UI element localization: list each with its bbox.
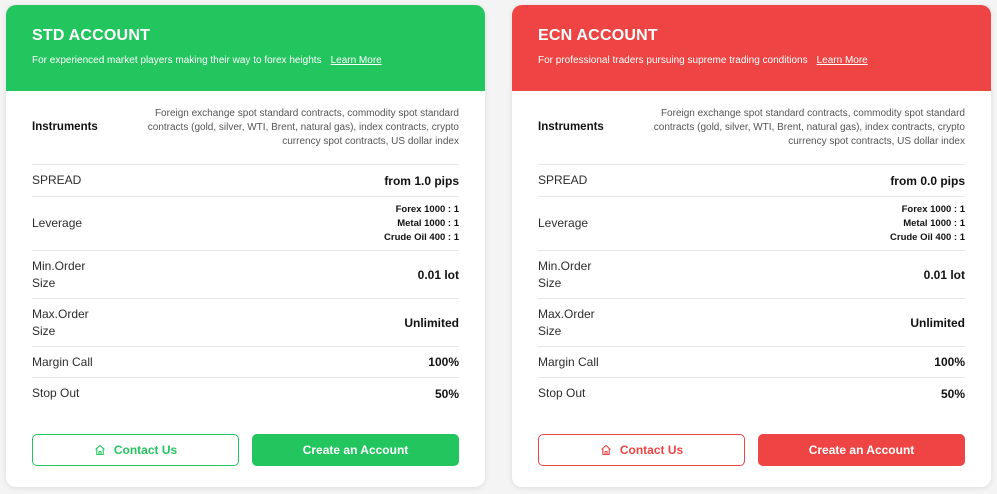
min-order-label-line2: Size bbox=[32, 275, 56, 290]
ecn-card-subtitle: For professional traders pursuing suprem… bbox=[538, 55, 808, 66]
stop-out-value: 50% bbox=[434, 386, 459, 401]
ecn-account-card: ECN ACCOUNT For professional traders pur… bbox=[512, 5, 991, 487]
std-card-subtitle: For experienced market players making th… bbox=[32, 55, 322, 66]
leverage-forex: Forex 1000 : 1 bbox=[395, 203, 459, 215]
leverage-values: Forex 1000 : 1 Metal 1000 : 1 Crude Oil … bbox=[384, 203, 459, 245]
instruments-label: Instruments bbox=[32, 121, 98, 133]
ecn-actions: Contact Us Create an Account bbox=[538, 434, 965, 466]
min-order-label: Min.Order Size bbox=[538, 258, 591, 292]
min-order-value: 0.01 lot bbox=[417, 267, 459, 282]
std-row-leverage: Leverage Forex 1000 : 1 Metal 1000 : 1 C… bbox=[32, 197, 459, 251]
contact-us-label: Contact Us bbox=[619, 443, 684, 457]
std-row-margin-call: Margin Call 100% bbox=[32, 347, 459, 378]
min-order-label: Min.Order Size bbox=[32, 258, 85, 292]
ecn-card-header: ECN ACCOUNT For professional traders pur… bbox=[512, 5, 991, 91]
max-order-label-line2: Size bbox=[32, 323, 56, 338]
std-card-title: STD ACCOUNT bbox=[32, 27, 151, 44]
max-order-label-line2: Size bbox=[538, 323, 562, 338]
std-row-spread: SPREAD from 1.0 pips bbox=[32, 165, 459, 197]
home-icon bbox=[94, 444, 106, 456]
stop-out-label: Stop Out bbox=[538, 386, 586, 400]
spread-label: SPREAD bbox=[538, 173, 588, 187]
ecn-contact-us-button[interactable]: Contact Us bbox=[538, 434, 745, 466]
min-order-label-line1: Min.Order bbox=[32, 258, 86, 273]
instruments-label: Instruments bbox=[538, 121, 604, 133]
std-contact-us-button[interactable]: Contact Us bbox=[32, 434, 239, 466]
max-order-value: Unlimited bbox=[404, 315, 459, 330]
spread-value: from 1.0 pips bbox=[384, 173, 459, 188]
min-order-label-line1: Min.Order bbox=[538, 258, 592, 273]
ecn-learn-more-link[interactable]: Learn More bbox=[817, 55, 868, 67]
std-card-header: STD ACCOUNT For experienced market playe… bbox=[6, 5, 485, 91]
margin-call-value: 100% bbox=[934, 355, 965, 369]
std-spec-table: Instruments Foreign exchange spot standa… bbox=[6, 91, 485, 409]
leverage-label: Leverage bbox=[32, 216, 83, 230]
std-card-subtitle-row: For experienced market players making th… bbox=[32, 55, 459, 67]
max-order-label-line1: Max.Order bbox=[538, 306, 595, 321]
margin-call-label: Margin Call bbox=[32, 354, 93, 369]
spread-label: SPREAD bbox=[32, 173, 82, 187]
ecn-row-min-order: Min.Order Size 0.01 lot bbox=[538, 251, 965, 299]
std-create-account-button[interactable]: Create an Account bbox=[252, 434, 459, 466]
leverage-metal: Metal 1000 : 1 bbox=[903, 217, 965, 229]
ecn-row-margin-call: Margin Call 100% bbox=[538, 347, 965, 378]
max-order-label: Max.Order Size bbox=[32, 306, 89, 340]
ecn-spec-table: Instruments Foreign exchange spot standa… bbox=[512, 91, 991, 409]
leverage-crude-oil: Crude Oil 400 : 1 bbox=[890, 231, 965, 243]
ecn-row-stop-out: Stop Out 50% bbox=[538, 378, 965, 409]
ecn-row-leverage: Leverage Forex 1000 : 1 Metal 1000 : 1 C… bbox=[538, 197, 965, 251]
ecn-card-title: ECN ACCOUNT bbox=[538, 27, 658, 44]
leverage-values: Forex 1000 : 1 Metal 1000 : 1 Crude Oil … bbox=[890, 203, 965, 245]
min-order-value: 0.01 lot bbox=[923, 267, 965, 282]
std-row-instruments: Instruments Foreign exchange spot standa… bbox=[32, 91, 459, 165]
std-account-card: STD ACCOUNT For experienced market playe… bbox=[6, 5, 485, 487]
std-row-max-order: Max.Order Size Unlimited bbox=[32, 299, 459, 347]
ecn-row-spread: SPREAD from 0.0 pips bbox=[538, 165, 965, 197]
instruments-value: Foreign exchange spot standard contracts… bbox=[147, 107, 459, 147]
stop-out-value: 50% bbox=[940, 386, 965, 401]
ecn-row-instruments: Instruments Foreign exchange spot standa… bbox=[538, 91, 965, 165]
stop-out-label: Stop Out bbox=[32, 386, 80, 400]
std-learn-more-link[interactable]: Learn More bbox=[331, 55, 382, 67]
leverage-label: Leverage bbox=[538, 216, 589, 230]
instruments-value: Foreign exchange spot standard contracts… bbox=[653, 107, 965, 147]
max-order-label: Max.Order Size bbox=[538, 306, 595, 340]
std-row-min-order: Min.Order Size 0.01 lot bbox=[32, 251, 459, 299]
min-order-label-line2: Size bbox=[538, 275, 562, 290]
leverage-crude-oil: Crude Oil 400 : 1 bbox=[384, 231, 459, 243]
ecn-row-max-order: Max.Order Size Unlimited bbox=[538, 299, 965, 347]
contact-us-label: Contact Us bbox=[113, 443, 178, 457]
margin-call-label: Margin Call bbox=[538, 354, 599, 369]
std-actions: Contact Us Create an Account bbox=[32, 434, 459, 466]
leverage-metal: Metal 1000 : 1 bbox=[397, 217, 459, 229]
margin-call-value: 100% bbox=[428, 355, 459, 369]
std-row-stop-out: Stop Out 50% bbox=[32, 378, 459, 409]
spread-value: from 0.0 pips bbox=[890, 173, 965, 188]
ecn-card-subtitle-row: For professional traders pursuing suprem… bbox=[538, 55, 965, 67]
ecn-create-account-button[interactable]: Create an Account bbox=[758, 434, 965, 466]
leverage-forex: Forex 1000 : 1 bbox=[901, 203, 965, 215]
home-icon bbox=[600, 444, 612, 456]
max-order-value: Unlimited bbox=[910, 315, 965, 330]
max-order-label-line1: Max.Order bbox=[32, 306, 89, 321]
